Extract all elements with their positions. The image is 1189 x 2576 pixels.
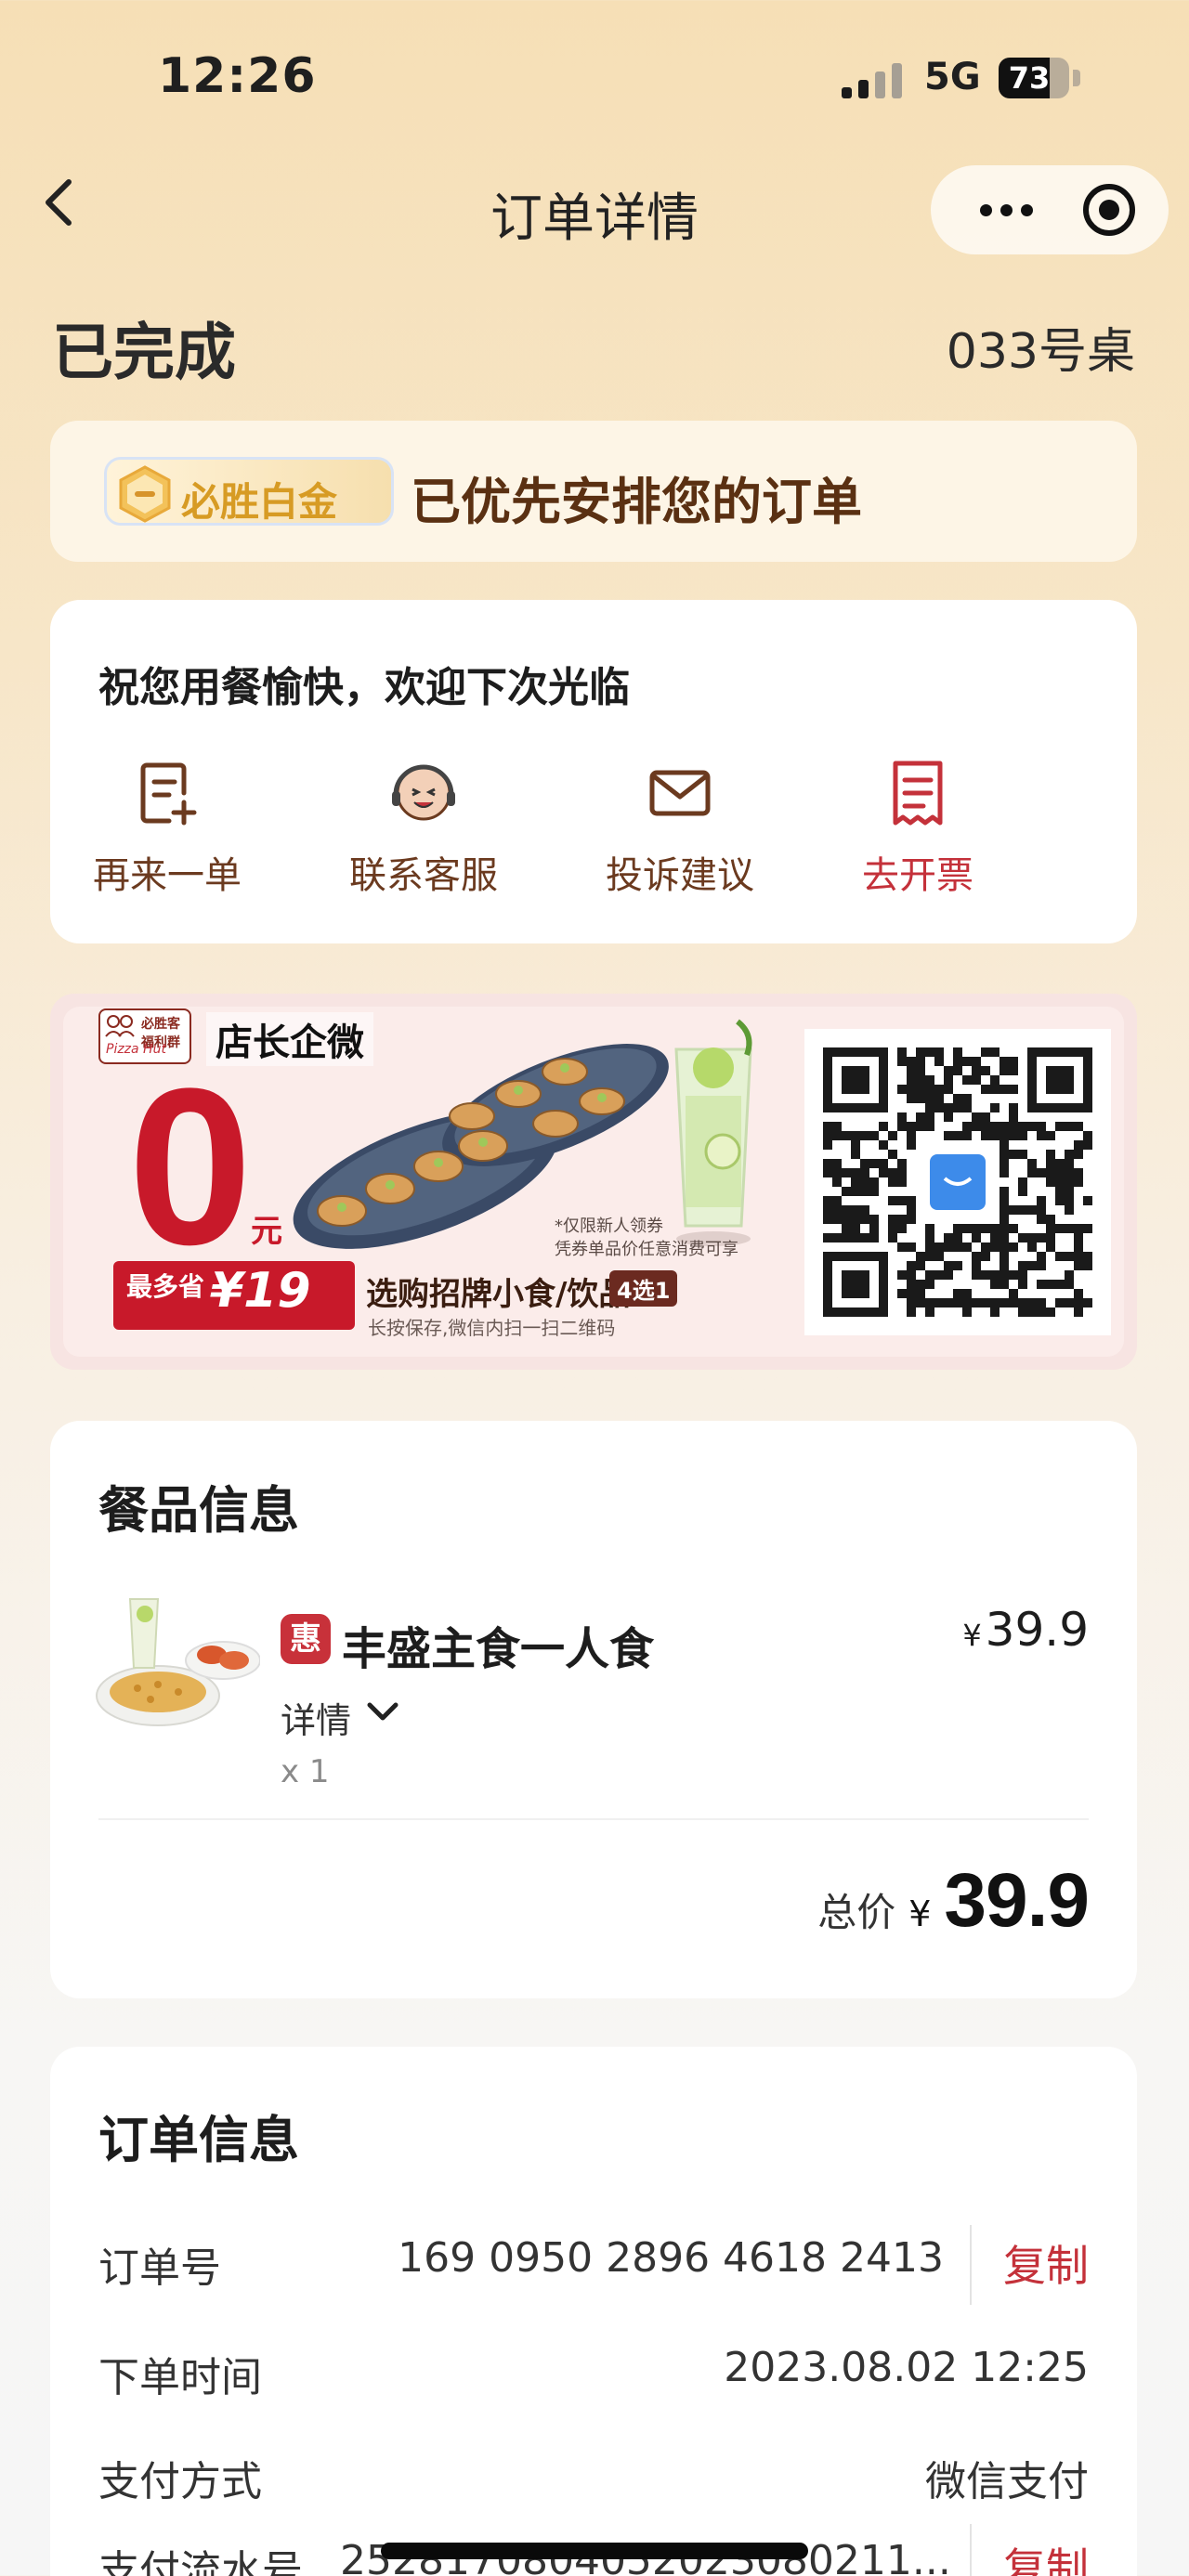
- reorder-label: 再来一单: [93, 854, 242, 897]
- chevron-down-icon[interactable]: [366, 1699, 399, 1725]
- meal-price-value: 39.9: [985, 1603, 1089, 1657]
- close-miniprogram-icon[interactable]: [1083, 184, 1135, 236]
- invoice-button[interactable]: 去开票: [806, 758, 1029, 899]
- pay-method-label: 支付方式: [98, 2458, 262, 2505]
- meal-quantity: x 1: [281, 1753, 330, 1790]
- order-time-label: 下单时间: [98, 2354, 262, 2401]
- meal-section-title: 餐品信息: [98, 1481, 299, 1540]
- total-currency: ¥: [908, 1893, 932, 1934]
- promo-tag: 4选1: [609, 1270, 678, 1307]
- mail-icon: [649, 770, 711, 816]
- battery-nub: [1073, 70, 1080, 86]
- invoice-label: 去开票: [862, 854, 973, 897]
- status-time: 12:26: [158, 48, 317, 104]
- customer-service-button[interactable]: 联系客服: [312, 758, 535, 899]
- promo-note-line1: *仅限新人领券: [555, 1216, 663, 1236]
- platinum-hexagon-icon: [119, 465, 171, 523]
- member-badge: 必胜白金: [104, 457, 394, 526]
- table-number: 033号桌: [946, 324, 1135, 380]
- discount-badge: 惠: [281, 1614, 331, 1664]
- customer-service-icon: [392, 764, 455, 821]
- order-status: 已完成: [52, 317, 236, 388]
- battery-level: 73: [1008, 60, 1051, 96]
- welcome-text: 祝您用餐愉快，欢迎下次光临: [98, 664, 630, 711]
- reorder-icon: [140, 762, 197, 826]
- member-message: 已优先安排您的订单: [411, 473, 862, 531]
- meal-card: 餐品信息 惠 丰盛主食一人食 ¥39.9 详情 x 1 总价 ¥ 39.9: [50, 1421, 1137, 1998]
- promo-save-prefix: 最多省: [126, 1271, 205, 1302]
- total-label: 总价: [817, 1890, 896, 1935]
- meal-image: [96, 1598, 260, 1726]
- copy-order-no-button[interactable]: 复制: [1003, 2232, 1089, 2294]
- order-info-title: 订单信息: [98, 2111, 299, 2169]
- total-row: 总价 ¥ 39.9: [817, 1857, 1090, 1945]
- customer-service-label: 联系客服: [349, 854, 498, 897]
- promo-hint: 长按保存,微信内扫一扫二维码: [368, 1317, 616, 1339]
- order-no-separator: [970, 2225, 972, 2305]
- qr-code: [804, 1029, 1111, 1335]
- promo-save-badge: 最多省 ¥19: [113, 1261, 355, 1330]
- promo-note-line2: 凭券单品价任意消费可享: [555, 1240, 738, 1260]
- order-info-card: 订单信息 订单号 169 0950 2896 4618 2413 复制 下单时间…: [50, 2047, 1137, 2576]
- copy-serial-button[interactable]: 复制: [1003, 2535, 1089, 2576]
- member-badge-label: 必胜白金: [181, 479, 338, 525]
- meal-divider: [98, 1818, 1089, 1820]
- promo-big-number: 0: [128, 1042, 253, 1291]
- promo-note: *仅限新人领券 凭券单品价任意消费可享: [555, 1215, 738, 1261]
- battery-icon: 73: [999, 58, 1069, 98]
- meal-detail-toggle[interactable]: 详情: [281, 1692, 351, 1743]
- complaint-button[interactable]: 投诉建议: [568, 758, 791, 899]
- order-no-label: 订单号: [98, 2244, 221, 2292]
- more-icon[interactable]: [964, 184, 1048, 236]
- meal-price: ¥39.9: [962, 1603, 1089, 1657]
- mini-program-capsule: [931, 165, 1169, 254]
- pay-method-value: 微信支付: [925, 2458, 1089, 2505]
- group-icon: [105, 1015, 135, 1037]
- home-indicator: [381, 2543, 808, 2559]
- meal-name: 丰盛主食一人食: [342, 1623, 655, 1675]
- welcome-card: 祝您用餐愉快，欢迎下次光临 再来一单 联系客服 投诉建议 去开票: [50, 600, 1137, 943]
- promo-banner[interactable]: 必胜客福利群 Pizza Hut 店长企微 0 元 *仅限新人领券 凭券单品价任…: [50, 994, 1137, 1370]
- member-banner: 必胜白金 已优先安排您的订单: [50, 421, 1137, 562]
- total-value: 39.9: [944, 1858, 1090, 1943]
- order-time-value: 2023.08.02 12:25: [724, 2344, 1089, 2391]
- promo-save-amount: ¥19: [210, 1263, 311, 1319]
- invoice-icon: [893, 761, 943, 826]
- signal-icon: [842, 63, 907, 98]
- network-label: 5G: [924, 56, 981, 98]
- serial-separator: [970, 2524, 972, 2576]
- pay-serial-label: 支付流水号: [98, 2547, 303, 2576]
- meal-price-currency: ¥: [962, 1618, 982, 1653]
- complaint-label: 投诉建议: [606, 854, 754, 897]
- reorder-button[interactable]: 再来一单: [56, 758, 279, 899]
- promo-unit: 元: [251, 1213, 282, 1250]
- order-no-value: 169 0950 2896 4618 2413: [398, 2234, 944, 2282]
- promo-title: 选购招牌小食/饮品: [366, 1276, 631, 1313]
